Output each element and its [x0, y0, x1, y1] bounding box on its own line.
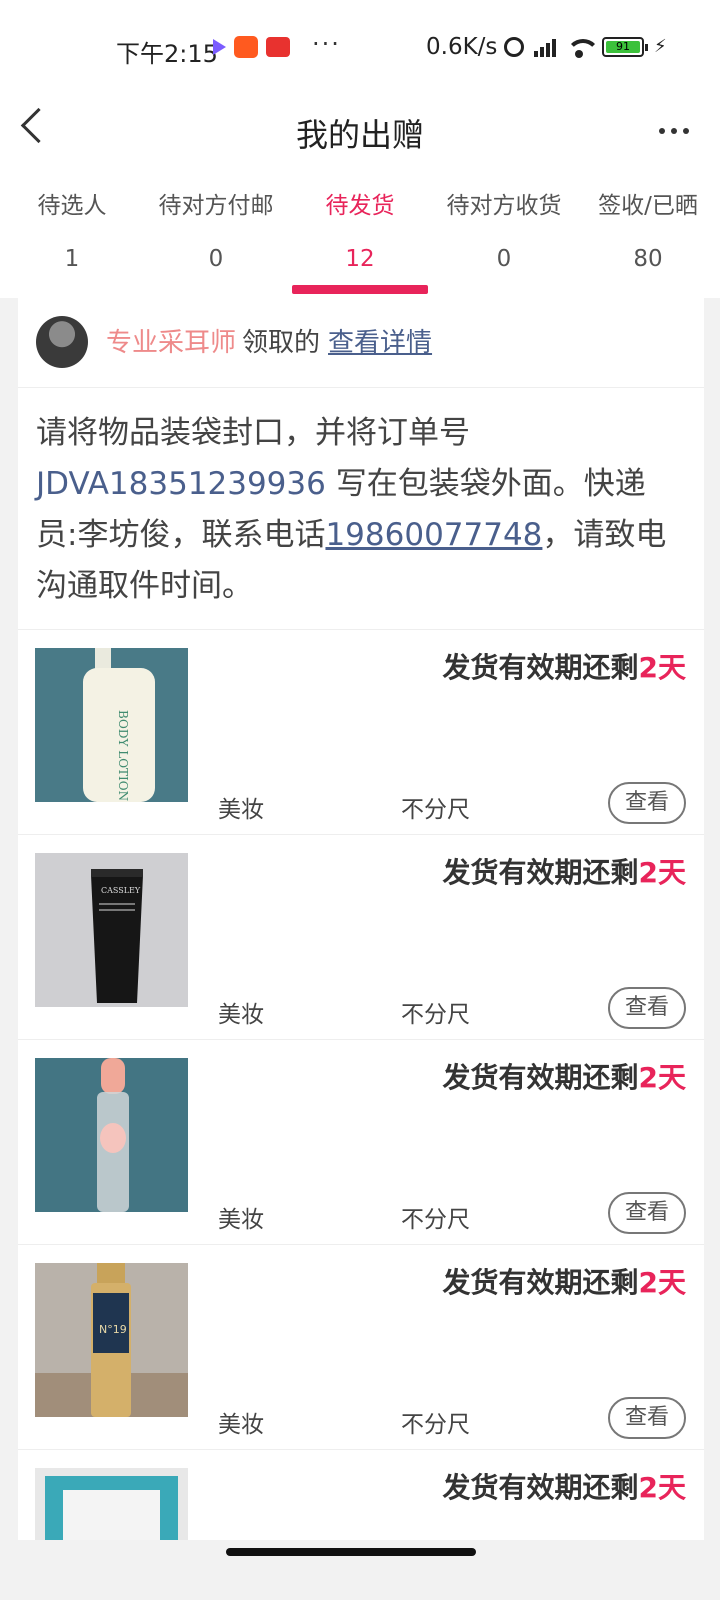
active-tab-indicator — [292, 285, 428, 294]
tab-count: 0 — [208, 246, 224, 272]
shipping-deadline: 发货有效期还剩2天 — [442, 1471, 687, 1504]
tab-count: 0 — [496, 246, 512, 272]
shipping-deadline: 发货有效期还剩2天 — [442, 856, 687, 889]
tab-label: 签收/已晒 — [598, 193, 698, 219]
item-category: 美妆 — [218, 1412, 264, 1438]
system-icons: 91 ⚡ — [504, 36, 667, 58]
tab-pending-selection[interactable]: 待选人 1 — [0, 170, 144, 298]
shipping-notice: 请将物品装袋封口，并将订单号 JDVA18351239936 写在包装袋外面。快… — [18, 388, 704, 630]
item-size: 不分尺 — [401, 1412, 470, 1438]
receiver-row: 专业采耳师 领取的 查看详情 — [18, 298, 704, 388]
tab-awaiting-postage[interactable]: 待对方付邮 0 — [144, 170, 288, 298]
more-notifications-icon: ··· — [312, 30, 341, 58]
item-size: 不分尺 — [401, 797, 470, 823]
days-remaining: 2天 — [638, 1061, 686, 1094]
avatar[interactable] — [36, 316, 88, 368]
charging-icon: ⚡ — [654, 36, 667, 57]
tab-to-ship[interactable]: 待发货 12 — [288, 170, 432, 298]
tab-received-shared[interactable]: 签收/已晒 80 — [576, 170, 720, 298]
shipping-deadline: 发货有效期还剩2天 — [442, 1266, 687, 1299]
svg-text:CASSLEY: CASSLEY — [101, 886, 141, 895]
shopping-app-icon — [234, 36, 258, 58]
notification-icons — [213, 36, 290, 58]
list-item: N°19 发货有效期还剩2天 美妆 不分尺 查看 — [18, 1245, 704, 1450]
product-image[interactable]: BODY LOTION — [35, 648, 188, 802]
courier-phone-link[interactable]: 19860077748 — [325, 517, 542, 553]
battery-icon: 91 — [602, 36, 648, 57]
list-item: 发货有效期还剩2天 — [18, 1450, 704, 1540]
cellular-signal-icon — [534, 37, 556, 57]
tab-count: 1 — [64, 246, 80, 272]
view-details-link[interactable]: 查看详情 — [328, 328, 432, 358]
tab-label: 待对方收货 — [446, 193, 562, 219]
tab-count: 80 — [633, 246, 663, 272]
page-title: 我的出赠 — [295, 116, 424, 154]
network-speed: 0.6K/s — [426, 34, 498, 60]
status-tabs: 待选人 1 待对方付邮 0 待发货 12 待对方收货 0 签收/已晒 80 — [0, 170, 720, 298]
item-category: 美妆 — [218, 797, 264, 823]
item-category: 美妆 — [218, 1207, 264, 1233]
list-item: 发货有效期还剩2天 美妆 不分尺 查看 — [18, 1040, 704, 1245]
more-options-button[interactable] — [652, 116, 696, 146]
list-item: CASSLEY 发货有效期还剩2天 美妆 不分尺 查看 — [18, 835, 704, 1040]
tab-count: 12 — [345, 246, 375, 272]
battery-level: 91 — [606, 40, 640, 53]
product-image[interactable] — [35, 1058, 188, 1212]
receiver-action-text: 领取的 — [242, 328, 321, 358]
status-bar: 下午2:15 ··· 0.6K/s 91 ⚡ — [0, 0, 720, 96]
item-size: 不分尺 — [401, 1207, 470, 1233]
wifi-icon — [566, 37, 600, 58]
home-indicator[interactable] — [226, 1548, 476, 1556]
news-app-icon — [266, 37, 290, 57]
tab-label: 待对方付邮 — [158, 193, 274, 219]
view-button[interactable]: 查看 — [608, 1397, 686, 1439]
view-button[interactable]: 查看 — [608, 782, 686, 824]
tab-label: 待发货 — [325, 193, 395, 219]
video-app-icon — [213, 39, 226, 55]
shipping-deadline: 发货有效期还剩2天 — [442, 651, 687, 684]
view-button[interactable]: 查看 — [608, 987, 686, 1029]
product-image[interactable]: CASSLEY — [35, 853, 188, 1007]
svg-text:BODY LOTION: BODY LOTION — [116, 710, 130, 801]
product-image[interactable]: N°19 — [35, 1263, 188, 1417]
view-button[interactable]: 查看 — [608, 1192, 686, 1234]
order-number[interactable]: JDVA18351239936 — [36, 466, 326, 502]
days-remaining: 2天 — [638, 651, 686, 684]
status-time: 下午2:15 — [116, 40, 218, 68]
svg-text:N°19: N°19 — [99, 1323, 127, 1336]
days-remaining: 2天 — [638, 1471, 686, 1504]
days-remaining: 2天 — [638, 856, 686, 889]
nav-bar: 我的出赠 — [0, 96, 720, 170]
product-image[interactable] — [35, 1468, 188, 1540]
receiver-info: 专业采耳师 领取的 查看详情 — [106, 322, 432, 359]
item-category: 美妆 — [218, 1002, 264, 1028]
item-size: 不分尺 — [401, 1002, 470, 1028]
tab-awaiting-receipt[interactable]: 待对方收货 0 — [432, 170, 576, 298]
days-remaining: 2天 — [638, 1266, 686, 1299]
shipping-deadline: 发货有效期还剩2天 — [442, 1061, 687, 1094]
receiver-name[interactable]: 专业采耳师 — [106, 328, 236, 358]
tab-label: 待选人 — [37, 193, 107, 219]
list-item: BODY LOTION 发货有效期还剩2天 美妆 不分尺 查看 — [18, 630, 704, 835]
alarm-icon — [504, 36, 524, 57]
notice-text: 请将物品装袋封口，并将订单号 — [36, 415, 470, 451]
